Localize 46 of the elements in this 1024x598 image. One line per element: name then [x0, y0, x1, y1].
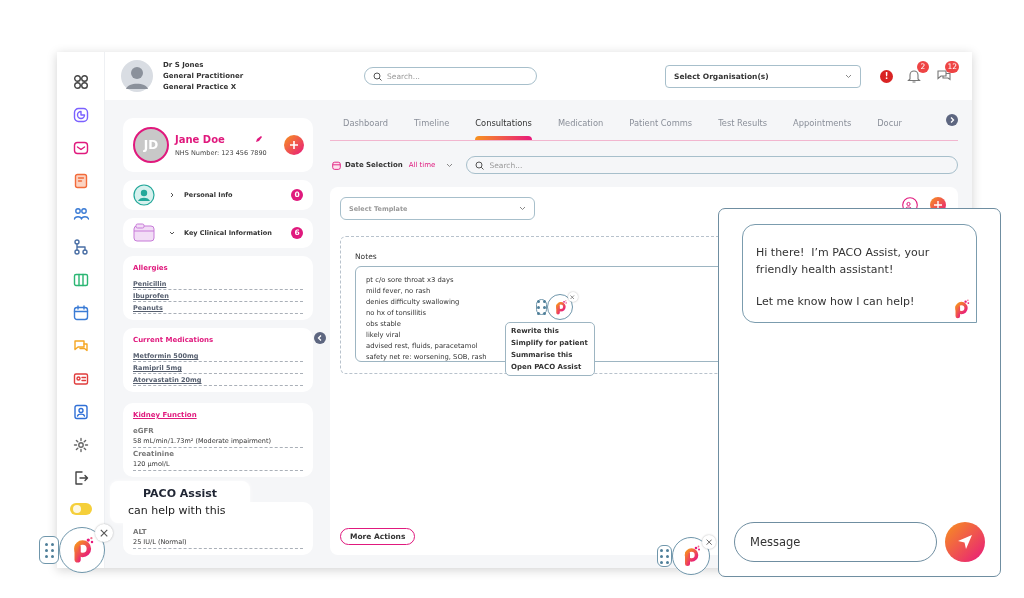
edit-icon[interactable]: [254, 135, 263, 143]
alert-badge[interactable]: !: [880, 69, 893, 83]
grid-handle[interactable]: [657, 545, 672, 567]
chevron-down-icon: [169, 230, 175, 236]
people-icon[interactable]: [72, 206, 89, 222]
plus-icon: [289, 140, 299, 150]
close-button[interactable]: [567, 292, 578, 302]
tab[interactable]: Consultations: [467, 118, 540, 140]
search-icon: [475, 160, 485, 170]
chevron-down-icon: [519, 206, 526, 211]
apps-icon[interactable]: [72, 74, 89, 90]
settings-icon[interactable]: [72, 437, 89, 453]
folder-icon: [133, 223, 155, 243]
hierarchy-icon[interactable]: [72, 239, 89, 255]
patient-name: Jane Doe: [175, 133, 225, 145]
add-button[interactable]: [284, 135, 304, 155]
close-icon: [570, 294, 575, 300]
chevron-down-icon[interactable]: [446, 162, 454, 168]
scroll-right-icon[interactable]: [946, 114, 958, 126]
close-icon: [706, 538, 713, 546]
columns-icon[interactable]: [72, 272, 89, 288]
person-icon: [133, 184, 155, 206]
collapse-icon[interactable]: [314, 332, 326, 344]
tooltip-text: can help with this: [128, 504, 227, 517]
calendar-icon[interactable]: [72, 305, 89, 321]
chevron-right-icon: [169, 192, 175, 198]
contact-icon[interactable]: [72, 404, 89, 420]
document-icon[interactable]: [72, 173, 89, 189]
calendar-icon[interactable]: [332, 160, 341, 170]
inbox-icon[interactable]: [72, 140, 89, 156]
close-icon: [100, 528, 109, 538]
id-card-icon[interactable]: [72, 371, 89, 387]
bell-icon[interactable]: [906, 68, 922, 84]
theme-toggle[interactable]: [69, 503, 92, 515]
search-icon: [373, 71, 382, 81]
send-icon: [956, 533, 974, 551]
logout-icon[interactable]: [72, 470, 89, 486]
tooltip-title: PACO Assist: [143, 487, 218, 500]
grid-handle[interactable]: [39, 536, 59, 564]
chat-message: Let me know how I can help!: [756, 294, 916, 310]
messages-icon[interactable]: [936, 68, 952, 84]
chart-icon[interactable]: [72, 107, 89, 123]
send-button[interactable]: [945, 522, 985, 562]
grid-handle[interactable]: [536, 299, 547, 315]
avatar: [121, 60, 153, 92]
chevron-down-icon: [845, 73, 852, 79]
